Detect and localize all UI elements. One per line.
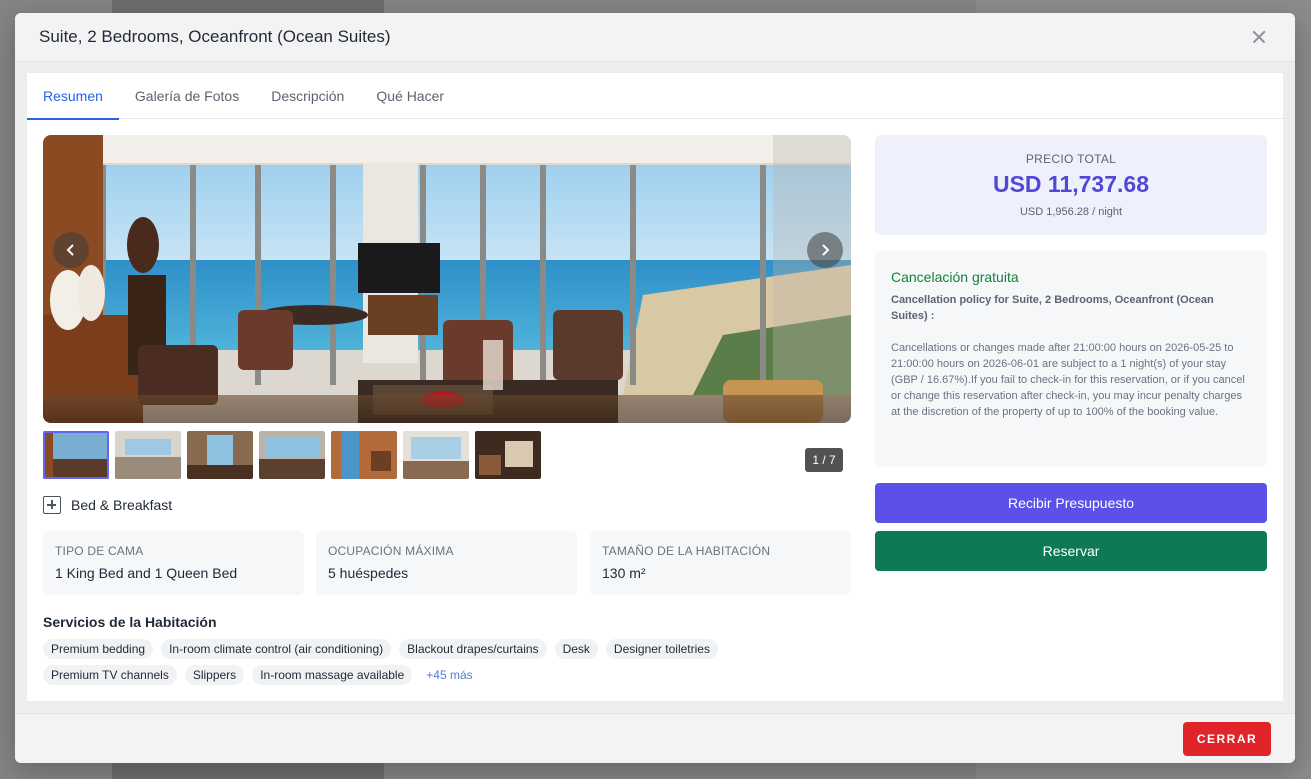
thumbnail-6[interactable] [403,431,469,479]
bed-type-value: 1 King Bed and 1 Queen Bed [55,565,238,581]
close-icon[interactable] [1247,25,1271,49]
bed-type-label: TIPO DE CAMA [55,544,144,558]
cancellation-policy-text: Cancellations or changes made after 21:0… [891,342,1245,418]
chevron-right-icon [822,244,830,256]
backdrop-card [112,0,384,14]
service-chip: Blackout drapes/curtains [399,639,547,659]
book-button[interactable]: Reservar [875,531,1267,571]
thumbnail-7[interactable] [475,431,541,479]
thumbnail-2[interactable] [115,431,181,479]
bed-type-box: TIPO DE CAMA 1 King Bed and 1 Queen Bed [43,531,304,595]
total-price-label: PRECIO TOTAL [1025,152,1117,166]
tab-resumen[interactable]: Resumen [27,73,119,120]
previous-photo-button[interactable] [53,232,89,268]
tab-que-hacer[interactable]: Qué Hacer [360,73,460,119]
modal-title: Suite, 2 Bedrooms, Oceanfront (Ocean Sui… [39,27,391,46]
thumbnail-5[interactable] [331,431,397,479]
service-chip: Premium bedding [43,639,154,659]
price-per-night: USD 1,956.28 / night [1019,206,1123,218]
plus-square-icon [43,496,61,514]
free-cancellation-title: Cancelación gratuita [891,269,1019,285]
tab-bar: Resumen Galería de Fotos Descripción Qué… [27,73,1283,120]
room-size-box: TAMAÑO DE LA HABITACIÓN 130 m² [590,531,851,595]
services-list: Premium bedding In-room climate control … [43,639,783,685]
backdrop-card [112,763,384,779]
max-occupancy-value: 5 huéspedes [328,565,409,581]
main-room-photo [43,135,851,423]
modal-header: Suite, 2 Bedrooms, Oceanfront (Ocean Sui… [15,13,1295,62]
service-chip: Designer toiletries [605,639,718,659]
room-size-label: TAMAÑO DE LA HABITACIÓN [602,544,771,558]
more-services-link[interactable]: +45 más [420,665,478,685]
service-chip: In-room massage available [252,665,413,685]
total-price-value: USD 11,737.68 [992,171,1149,197]
tab-descripcion[interactable]: Descripción [255,73,360,119]
max-occupancy-label: OCUPACIÓN MÁXIMA [328,544,454,558]
service-chip: In-room climate control (air conditionin… [161,639,392,659]
photo-thumbnails [43,431,541,479]
close-button[interactable]: CERRAR [1183,722,1271,756]
get-quote-button[interactable]: Recibir Presupuesto [875,483,1267,523]
thumbnail-3[interactable] [187,431,253,479]
room-size-value: 130 m² [602,565,646,581]
cancellation-policy-subtitle: Cancellation policy for Suite, 2 Bedroom… [891,294,1214,322]
max-occupancy-box: OCUPACIÓN MÁXIMA 5 huéspedes [316,531,577,595]
services-title: Servicios de la Habitación [43,614,217,630]
cancellation-policy: Cancelación gratuita Cancellation policy… [875,251,1267,467]
thumbnail-4[interactable] [259,431,325,479]
next-photo-button[interactable] [807,232,843,268]
service-chip: Premium TV channels [43,665,177,685]
service-chip: Slippers [184,665,245,685]
modal-footer: CERRAR [15,713,1295,763]
chevron-left-icon [66,244,74,256]
room-details-modal: Suite, 2 Bedrooms, Oceanfront (Ocean Sui… [15,13,1295,763]
meal-plan: Bed & Breakfast [43,496,172,514]
photo-counter: 1 / 7 [805,448,843,472]
thumbnail-1[interactable] [43,431,109,479]
service-chip: Desk [554,639,598,659]
meal-plan-label: Bed & Breakfast [71,497,173,513]
price-summary: PRECIO TOTAL USD 11,737.68 USD 1,956.28 … [875,135,1267,235]
tab-galeria[interactable]: Galería de Fotos [119,73,255,119]
modal-content: Resumen Galería de Fotos Descripción Qué… [27,73,1283,701]
